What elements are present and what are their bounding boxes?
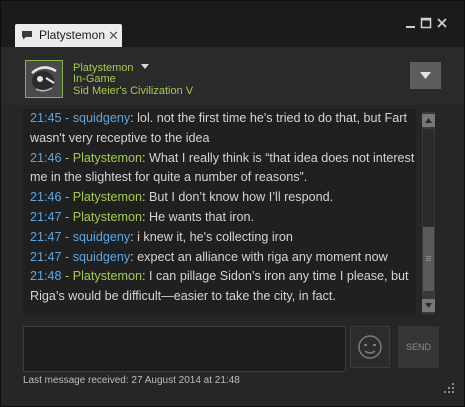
message-sender[interactable]: squidgeny (73, 230, 130, 244)
maximize-icon[interactable] (419, 16, 433, 30)
friend-header: Platystemon In-Game Sid Meier's Civiliza… (1, 47, 464, 105)
message-sender[interactable]: Platystemon (73, 190, 142, 204)
message-text: : i knew it, he's collecting iron (130, 229, 293, 244)
chat-message: 21:46 - Platystemon: But I don’t know ho… (23, 188, 416, 208)
scroll-thumb[interactable] (423, 227, 434, 291)
message-sender[interactable]: Platystemon (73, 269, 142, 283)
chat-message: 21:47 - squidgeny: expect an alliance wi… (23, 248, 416, 268)
arrow-down-icon (425, 303, 432, 308)
message-time: 21:48 (30, 269, 62, 284)
chevron-down-icon[interactable] (140, 63, 150, 71)
message-separator: - (61, 209, 73, 224)
send-button[interactable]: SEND (398, 326, 439, 368)
message-input[interactable] (23, 326, 346, 372)
last-message-status: Last message received: 27 August 2014 at… (23, 375, 240, 386)
message-text: : He wants that iron. (142, 209, 255, 224)
chat-message: 21:47 - Platystemon: He wants that iron. (23, 208, 416, 228)
message-time: 21:46 (30, 190, 62, 205)
message-sender[interactable]: Platystemon (73, 151, 142, 165)
message-list: 21:45 - squidgeny: lol. not the first ti… (23, 109, 416, 307)
message-separator: - (61, 249, 73, 264)
message-time: 21:47 (30, 249, 62, 264)
chat-scrollbar[interactable] (422, 112, 435, 314)
avatar-image (26, 61, 62, 97)
minimize-icon[interactable] (404, 16, 418, 30)
message-time: 21:45 (30, 111, 62, 125)
resize-grip-icon[interactable] (441, 380, 455, 394)
scroll-down-button[interactable] (422, 299, 435, 312)
friend-game: Sid Meier's Civilization V (73, 85, 194, 97)
message-time: 21:46 (30, 150, 62, 165)
scroll-up-button[interactable] (422, 114, 435, 127)
chat-message: 21:46 - Platystemon: What I really think… (23, 149, 416, 189)
message-sender[interactable]: Platystemon (73, 210, 142, 224)
message-sender[interactable]: squidgeny (73, 250, 130, 264)
message-separator: - (61, 190, 73, 205)
message-separator: - (61, 111, 73, 125)
friend-actions-button[interactable] (410, 62, 441, 89)
message-time: 21:47 (30, 209, 62, 224)
chat-message: 21:48 - Platystemon: I can pillage Sidon… (23, 267, 416, 307)
grip-icon (426, 256, 431, 261)
title-bar: Platystemon ✕ (1, 1, 464, 47)
arrow-up-icon (425, 118, 432, 123)
avatar[interactable] (25, 60, 63, 98)
message-separator: - (61, 229, 73, 244)
message-separator: - (61, 150, 73, 165)
chat-message: 21:47 - squidgeny: i knew it, he's colle… (23, 228, 416, 248)
chat-message: 21:45 - squidgeny: lol. not the first ti… (23, 109, 416, 149)
message-text: : expect an alliance with riga any momen… (130, 249, 388, 264)
chevron-down-icon (420, 72, 431, 79)
chat-bubble-icon (22, 31, 32, 40)
chat-window: Platystemon ✕ Platystemon In-Game Sid Me… (0, 0, 465, 407)
chat-tab[interactable]: Platystemon ✕ (15, 24, 122, 47)
close-icon[interactable] (435, 16, 449, 30)
message-text: : But I don’t know how I’ll respond. (142, 190, 334, 205)
message-separator: - (61, 269, 73, 284)
emoticon-icon (358, 335, 382, 359)
message-sender[interactable]: squidgeny (73, 111, 130, 125)
emoticon-button[interactable] (350, 326, 390, 368)
tab-close-icon[interactable]: ✕ (108, 28, 119, 44)
tab-label: Platystemon (39, 28, 106, 42)
friend-status: In-Game (73, 73, 116, 85)
chat-log: 21:45 - squidgeny: lol. not the first ti… (23, 109, 416, 315)
message-time: 21:47 (30, 229, 62, 244)
